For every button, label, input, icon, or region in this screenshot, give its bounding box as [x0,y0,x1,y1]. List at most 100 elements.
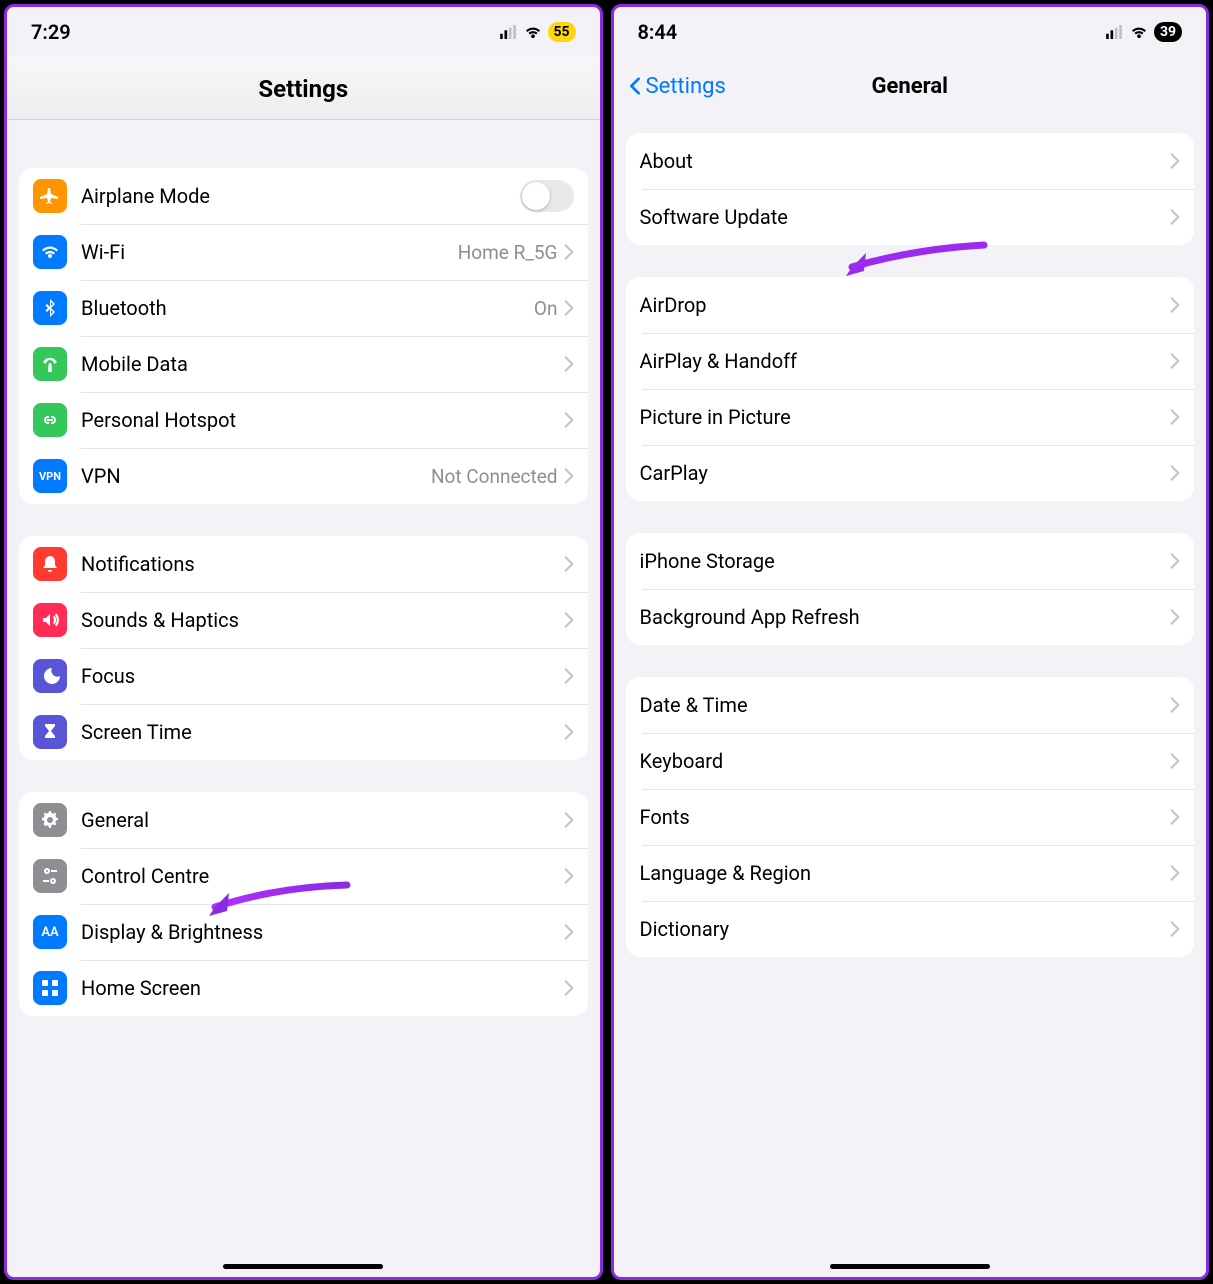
status-bar: 7:29 55 [7,7,600,57]
row-label: AirPlay & Handoff [640,349,1171,373]
signal-icon [498,25,518,39]
settings-row-dict[interactable]: Dictionary [626,901,1195,957]
chevron-right-icon [564,299,574,317]
chevron-right-icon [1170,864,1180,882]
row-label: CarPlay [640,461,1171,485]
settings-row-notifications[interactable]: Notifications [19,536,588,592]
settings-row-lang[interactable]: Language & Region [626,845,1195,901]
link-icon [33,403,67,437]
grid-icon [33,971,67,1005]
row-label: Focus [81,664,564,688]
vpn-icon: VPN [33,459,67,493]
settings-row-date[interactable]: Date & Time [626,677,1195,733]
battery-indicator: 55 [548,22,576,42]
chevron-right-icon [564,867,574,885]
chevron-right-icon [564,923,574,941]
settings-row-pip[interactable]: Picture in Picture [626,389,1195,445]
settings-row-about[interactable]: About [626,133,1195,189]
row-label: AirDrop [640,293,1171,317]
settings-row-focus[interactable]: Focus [19,648,588,704]
settings-row-sounds[interactable]: Sounds & Haptics [19,592,588,648]
battery-indicator: 39 [1154,22,1182,42]
chevron-right-icon [564,979,574,997]
settings-row-hotspot[interactable]: Personal Hotspot [19,392,588,448]
wifi-icon [33,235,67,269]
row-label: Screen Time [81,720,564,744]
row-label: Fonts [640,805,1171,829]
antenna-icon [33,347,67,381]
airplane-icon [33,179,67,213]
bell-icon [33,547,67,581]
general-list[interactable]: About Software Update AirDrop AirPlay & Ha… [614,115,1207,1277]
screenshot-settings: 7:29 55 Settings Airplane ModeWi-FiHome … [4,4,603,1280]
toggle-switch[interactable] [520,180,574,212]
status-time: 7:29 [31,20,71,44]
wifi-status-icon [1130,25,1148,39]
chevron-right-icon [1170,752,1180,770]
settings-list[interactable]: Airplane ModeWi-FiHome R_5GBluetoothOnMo… [7,120,600,1277]
chevron-right-icon [564,811,574,829]
signal-icon [1104,25,1124,39]
settings-row-vpn[interactable]: VPNVPNNot Connected [19,448,588,504]
back-button[interactable]: Settings [626,74,726,99]
row-label: VPN [81,464,431,488]
settings-row-fonts[interactable]: Fonts [626,789,1195,845]
nav-header: Settings General [614,57,1207,115]
status-time: 8:44 [638,20,678,44]
settings-row-mobile[interactable]: Mobile Data [19,336,588,392]
settings-row-carplay[interactable]: CarPlay [626,445,1195,501]
chevron-right-icon [1170,696,1180,714]
settings-row-display[interactable]: AADisplay & Brightness [19,904,588,960]
settings-row-storage[interactable]: iPhone Storage [626,533,1195,589]
chevron-right-icon [1170,152,1180,170]
settings-row-home[interactable]: Home Screen [19,960,588,1016]
screenshot-general: 8:44 39 Settings General About Software U… [611,4,1210,1280]
back-label: Settings [646,74,726,99]
settings-row-refresh[interactable]: Background App Refresh [626,589,1195,645]
chevron-right-icon [564,355,574,373]
speaker-icon [33,603,67,637]
gear-icon [33,803,67,837]
settings-row-bluetooth[interactable]: BluetoothOn [19,280,588,336]
chevron-right-icon [564,667,574,685]
row-detail: Not Connected [431,465,558,488]
row-label: Dictionary [640,917,1171,941]
chevron-right-icon [1170,408,1180,426]
chevron-right-icon [564,243,574,261]
row-label: Background App Refresh [640,605,1171,629]
settings-row-screentime[interactable]: Screen Time [19,704,588,760]
chevron-right-icon [1170,352,1180,370]
row-label: Notifications [81,552,564,576]
settings-row-keyboard[interactable]: Keyboard [626,733,1195,789]
row-detail: On [534,297,558,320]
chevron-right-icon [1170,920,1180,938]
chevron-right-icon [1170,608,1180,626]
row-label: About [640,149,1171,173]
row-label: Personal Hotspot [81,408,564,432]
display-icon: AA [33,915,67,949]
row-label: Bluetooth [81,296,534,320]
chevron-right-icon [1170,552,1180,570]
settings-row-general[interactable]: General [19,792,588,848]
status-bar: 8:44 39 [614,7,1207,57]
row-detail: Home R_5G [458,241,558,264]
settings-row-airplay[interactable]: AirPlay & Handoff [626,333,1195,389]
wifi-status-icon [524,25,542,39]
settings-row-airdrop[interactable]: AirDrop [626,277,1195,333]
row-label: iPhone Storage [640,549,1171,573]
row-label: Language & Region [640,861,1171,885]
row-label: Control Centre [81,864,564,888]
settings-row-wifi[interactable]: Wi-FiHome R_5G [19,224,588,280]
page-title: Settings [7,57,600,120]
chevron-left-icon [626,74,644,98]
settings-row-update[interactable]: Software Update [626,189,1195,245]
chevron-right-icon [1170,208,1180,226]
settings-row-control[interactable]: Control Centre [19,848,588,904]
row-label: Home Screen [81,976,564,1000]
chevron-right-icon [564,611,574,629]
switches-icon [33,859,67,893]
settings-row-airplane[interactable]: Airplane Mode [19,168,588,224]
chevron-right-icon [564,411,574,429]
row-label: Sounds & Haptics [81,608,564,632]
home-indicator [223,1264,383,1269]
